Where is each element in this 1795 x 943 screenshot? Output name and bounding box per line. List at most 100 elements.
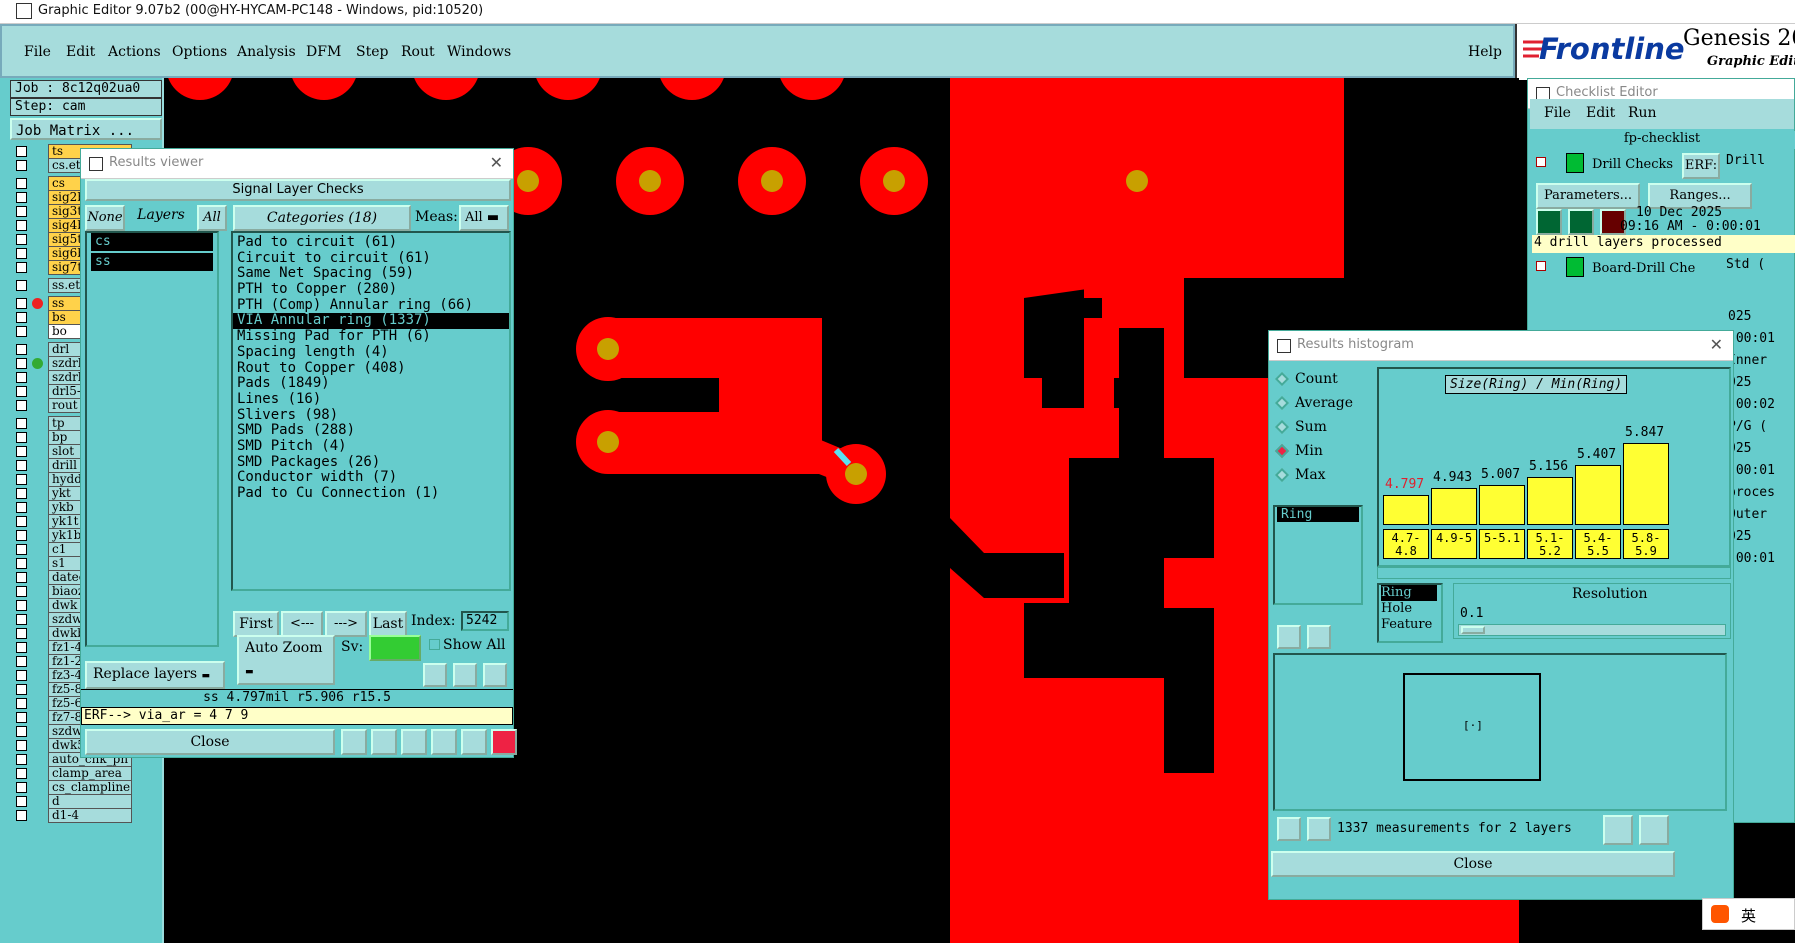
mode-radio-average[interactable]: Average xyxy=(1273,391,1375,415)
layer-checkbox[interactable] xyxy=(16,460,27,471)
resolution-slider-handle[interactable] xyxy=(1461,626,1485,634)
replace-layers-select[interactable]: Replace layers ▬ xyxy=(85,661,225,689)
none-button[interactable]: None xyxy=(85,205,125,231)
layer-checkbox[interactable] xyxy=(16,326,27,337)
layer-list-item[interactable]: cs xyxy=(91,233,213,251)
close-button[interactable]: Close xyxy=(85,729,335,755)
layer-row[interactable]: d1-4 xyxy=(14,808,132,823)
layer-checkbox[interactable] xyxy=(16,234,27,245)
layer-list-item[interactable]: ss xyxy=(91,253,213,271)
layer-checkbox[interactable] xyxy=(16,796,27,807)
category-item[interactable]: Spacing length (4) xyxy=(233,344,509,361)
layer-checkbox[interactable] xyxy=(16,502,27,513)
all-layers-button[interactable]: All xyxy=(197,205,227,231)
resolution-slider[interactable] xyxy=(1458,624,1726,636)
meas-select[interactable]: All ▬ xyxy=(459,205,509,231)
layer-checkbox[interactable] xyxy=(16,726,27,737)
ring-list-item[interactable]: Ring xyxy=(1277,507,1359,522)
layer-checkbox[interactable] xyxy=(16,358,27,369)
index-input[interactable]: 5242 xyxy=(461,611,509,631)
undo-icon[interactable] xyxy=(483,663,507,687)
layer-checkbox[interactable] xyxy=(16,558,27,569)
reference-icon[interactable] xyxy=(453,663,477,687)
menu-actions[interactable]: Actions xyxy=(108,44,161,60)
layer-name[interactable]: d xyxy=(48,794,132,809)
size-type-list[interactable]: Ring Hole Feature xyxy=(1377,583,1443,643)
close-icon[interactable]: ✕ xyxy=(490,153,503,172)
layer-row[interactable]: clamp_area xyxy=(14,766,132,781)
menu-analysis[interactable]: Analysis xyxy=(237,44,296,60)
category-item[interactable]: Pads (1849) xyxy=(233,375,509,392)
sv-color-select[interactable] xyxy=(369,635,421,661)
close-icon[interactable]: ✕ xyxy=(1710,335,1723,354)
layer-row[interactable]: cs_clampline xyxy=(14,780,132,795)
size-type-hole[interactable]: Hole xyxy=(1381,601,1441,617)
layer-checkbox[interactable] xyxy=(16,418,27,429)
layer-checkbox[interactable] xyxy=(16,572,27,583)
menu-dfm[interactable]: DFM xyxy=(306,44,341,60)
run-check-icon[interactable] xyxy=(1536,209,1562,235)
delete-icon[interactable] xyxy=(1277,625,1301,649)
categories-listbox[interactable]: Pad to circuit (61) Circuit to circuit (6… xyxy=(231,231,511,591)
layer-checkbox[interactable] xyxy=(16,160,27,171)
layer-checkbox[interactable] xyxy=(16,280,27,291)
auto-zoom-select[interactable]: Auto Zoom ▬ xyxy=(237,635,335,685)
layer-listbox[interactable]: cs ss xyxy=(85,231,219,647)
mode-radio-min[interactable]: Min xyxy=(1273,439,1375,463)
reference-icon[interactable] xyxy=(1307,817,1331,841)
layer-checkbox[interactable] xyxy=(16,516,27,527)
category-item[interactable]: SMD Pads (288) xyxy=(233,423,509,439)
prev-button[interactable]: <--- xyxy=(281,611,323,637)
layer-checkbox[interactable] xyxy=(16,248,27,259)
histogram-bar[interactable] xyxy=(1575,464,1621,525)
report-icon[interactable] xyxy=(371,729,397,755)
layer-checkbox[interactable] xyxy=(16,754,27,765)
layer-checkbox[interactable] xyxy=(16,698,27,709)
layer-name[interactable]: clamp_area xyxy=(48,766,132,781)
layer-checkbox[interactable] xyxy=(16,740,27,751)
layer-checkbox[interactable] xyxy=(16,220,27,231)
category-item[interactable]: Pad to Cu Connection (1) xyxy=(233,485,509,502)
category-item[interactable]: SMD Packages (26) xyxy=(233,454,509,471)
menu-help[interactable]: Help xyxy=(1468,44,1502,60)
histogram-icon[interactable] xyxy=(491,729,517,755)
board-drill-checks-label[interactable]: Board-Drill Che xyxy=(1592,261,1695,276)
layer-checkbox[interactable] xyxy=(16,600,27,611)
menu-step[interactable]: Step xyxy=(356,44,388,60)
check-enable-checkbox[interactable] xyxy=(1536,157,1546,167)
category-item[interactable]: Circuit to circuit (61) xyxy=(233,250,509,267)
exclude-icon[interactable] xyxy=(401,729,427,755)
layer-checkbox[interactable] xyxy=(16,684,27,695)
category-item[interactable]: PTH (Comp) Annular ring (66) xyxy=(233,297,509,314)
checklist-icon[interactable] xyxy=(431,729,457,755)
menu-options[interactable]: Options xyxy=(172,44,227,60)
layer-checkbox[interactable] xyxy=(16,400,27,411)
mode-radio-sum[interactable]: Sum xyxy=(1273,415,1375,439)
layer-checkbox[interactable] xyxy=(16,712,27,723)
next-button[interactable]: ---> xyxy=(325,611,367,637)
histogram-bar[interactable] xyxy=(1623,442,1669,525)
reference-icon[interactable] xyxy=(1307,625,1331,649)
category-item[interactable]: Rout to Copper (408) xyxy=(233,360,509,377)
category-item[interactable]: VIA Annular ring (1337) xyxy=(233,313,509,330)
layer-checkbox[interactable] xyxy=(16,656,27,667)
layer-name[interactable]: d1-4 xyxy=(48,808,132,823)
check-enable-checkbox[interactable] xyxy=(1536,261,1546,271)
histogram-bar[interactable] xyxy=(1479,484,1525,525)
layer-checkbox[interactable] xyxy=(16,614,27,625)
ime-indicator[interactable]: 英 xyxy=(1702,898,1795,930)
checklist-menu-edit[interactable]: Edit xyxy=(1586,105,1615,121)
mode-radio-max[interactable]: Max xyxy=(1273,463,1375,487)
chart-icon[interactable] xyxy=(341,729,367,755)
last-button[interactable]: Last xyxy=(369,611,407,637)
category-item[interactable]: Missing Pad for PTH (6) xyxy=(233,328,509,345)
layer-checkbox[interactable] xyxy=(16,146,27,157)
job-matrix-button[interactable]: Job Matrix ... xyxy=(10,118,162,140)
layer-row[interactable]: d xyxy=(14,794,132,809)
menu-windows[interactable]: Windows xyxy=(447,44,511,60)
category-item[interactable]: Slivers (98) xyxy=(233,407,509,424)
layer-checkbox[interactable] xyxy=(16,530,27,541)
category-item[interactable]: PTH to Copper (280) xyxy=(233,281,509,298)
layer-checkbox[interactable] xyxy=(16,642,27,653)
layer-checkbox[interactable] xyxy=(16,670,27,681)
